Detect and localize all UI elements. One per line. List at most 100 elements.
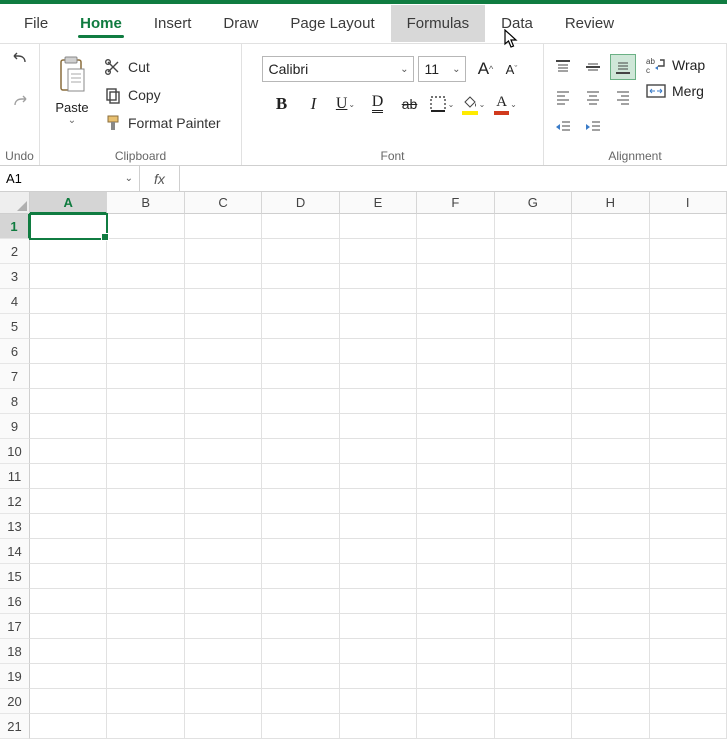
cell[interactable] (30, 489, 107, 514)
cell[interactable] (262, 339, 339, 364)
cell[interactable] (340, 639, 417, 664)
cell[interactable] (417, 339, 494, 364)
select-all-corner[interactable] (0, 192, 30, 214)
align-right-button[interactable] (610, 84, 636, 110)
cell[interactable] (417, 264, 494, 289)
row-header[interactable]: 20 (0, 689, 30, 714)
fx-button[interactable]: fx (140, 166, 180, 191)
cell[interactable] (650, 689, 727, 714)
cell[interactable] (572, 664, 649, 689)
name-box[interactable]: ⌄ (0, 166, 140, 191)
cell[interactable] (107, 439, 184, 464)
cell[interactable] (107, 314, 184, 339)
cell[interactable] (572, 239, 649, 264)
cell[interactable] (495, 414, 572, 439)
cell[interactable] (495, 439, 572, 464)
cell[interactable] (650, 289, 727, 314)
cell[interactable] (262, 464, 339, 489)
cell[interactable] (650, 489, 727, 514)
cell[interactable] (572, 464, 649, 489)
chevron-down-icon[interactable]: ⌄ (448, 100, 455, 109)
cell[interactable] (262, 539, 339, 564)
cell[interactable] (417, 239, 494, 264)
cell[interactable] (572, 539, 649, 564)
cell[interactable] (30, 689, 107, 714)
cell[interactable] (417, 464, 494, 489)
merge-center-button[interactable]: Merg (646, 82, 705, 100)
cell[interactable] (495, 689, 572, 714)
cell[interactable] (495, 539, 572, 564)
cell[interactable] (572, 564, 649, 589)
tab-file[interactable]: File (8, 5, 64, 42)
row-header[interactable]: 2 (0, 239, 30, 264)
cell[interactable] (572, 289, 649, 314)
cell[interactable] (417, 539, 494, 564)
cell[interactable] (262, 314, 339, 339)
tab-formulas[interactable]: Formulas (391, 5, 486, 42)
cell[interactable] (262, 639, 339, 664)
italic-button[interactable]: I (300, 90, 328, 118)
cell[interactable] (185, 264, 262, 289)
cell[interactable] (185, 714, 262, 739)
cell[interactable] (495, 589, 572, 614)
cell[interactable] (572, 639, 649, 664)
cell[interactable] (495, 364, 572, 389)
cell[interactable] (30, 639, 107, 664)
row-header[interactable]: 10 (0, 439, 30, 464)
chevron-down-icon[interactable]: ⌄ (479, 100, 486, 109)
paste-button[interactable]: Paste ⌄ (46, 54, 98, 126)
cell[interactable] (262, 589, 339, 614)
cell[interactable] (650, 614, 727, 639)
cell[interactable] (107, 614, 184, 639)
cell[interactable] (107, 564, 184, 589)
cell[interactable] (185, 589, 262, 614)
cell[interactable] (262, 239, 339, 264)
row-header[interactable]: 19 (0, 664, 30, 689)
cell[interactable] (107, 489, 184, 514)
cell[interactable] (262, 364, 339, 389)
column-header[interactable]: H (572, 192, 649, 214)
cell[interactable] (185, 689, 262, 714)
cell[interactable] (107, 464, 184, 489)
cell[interactable] (495, 289, 572, 314)
tab-page-layout[interactable]: Page Layout (274, 5, 390, 42)
cell[interactable] (185, 389, 262, 414)
bold-button[interactable]: B (268, 90, 296, 118)
cell[interactable] (30, 439, 107, 464)
cell[interactable] (340, 414, 417, 439)
cell[interactable] (30, 314, 107, 339)
cell[interactable] (495, 564, 572, 589)
cell[interactable] (262, 664, 339, 689)
copy-button[interactable]: Copy (104, 86, 221, 104)
row-header[interactable]: 17 (0, 614, 30, 639)
font-name-select[interactable]: Calibri ⌄ (262, 56, 414, 82)
cell[interactable] (107, 214, 184, 239)
cell[interactable] (495, 264, 572, 289)
column-header[interactable]: E (340, 192, 417, 214)
cell[interactable] (495, 214, 572, 239)
cell[interactable] (650, 539, 727, 564)
cell[interactable] (340, 539, 417, 564)
row-header[interactable]: 16 (0, 589, 30, 614)
cell[interactable] (30, 289, 107, 314)
chevron-down-icon[interactable]: ⌄ (68, 115, 76, 126)
cell[interactable] (650, 714, 727, 739)
cell[interactable] (30, 539, 107, 564)
tab-insert[interactable]: Insert (138, 5, 208, 42)
row-header[interactable]: 5 (0, 314, 30, 339)
cell[interactable] (572, 364, 649, 389)
cell[interactable] (650, 339, 727, 364)
cell[interactable] (340, 339, 417, 364)
shrink-font-button[interactable]: Aˇ (500, 57, 524, 81)
cell[interactable] (107, 339, 184, 364)
cells-area[interactable] (30, 214, 727, 739)
cell[interactable] (417, 289, 494, 314)
cell[interactable] (650, 639, 727, 664)
cell[interactable] (650, 264, 727, 289)
chevron-down-icon[interactable]: ⌄ (125, 173, 133, 184)
cell[interactable] (417, 214, 494, 239)
column-header[interactable]: F (417, 192, 494, 214)
cell[interactable] (185, 289, 262, 314)
tab-review[interactable]: Review (549, 5, 630, 42)
cell[interactable] (417, 389, 494, 414)
